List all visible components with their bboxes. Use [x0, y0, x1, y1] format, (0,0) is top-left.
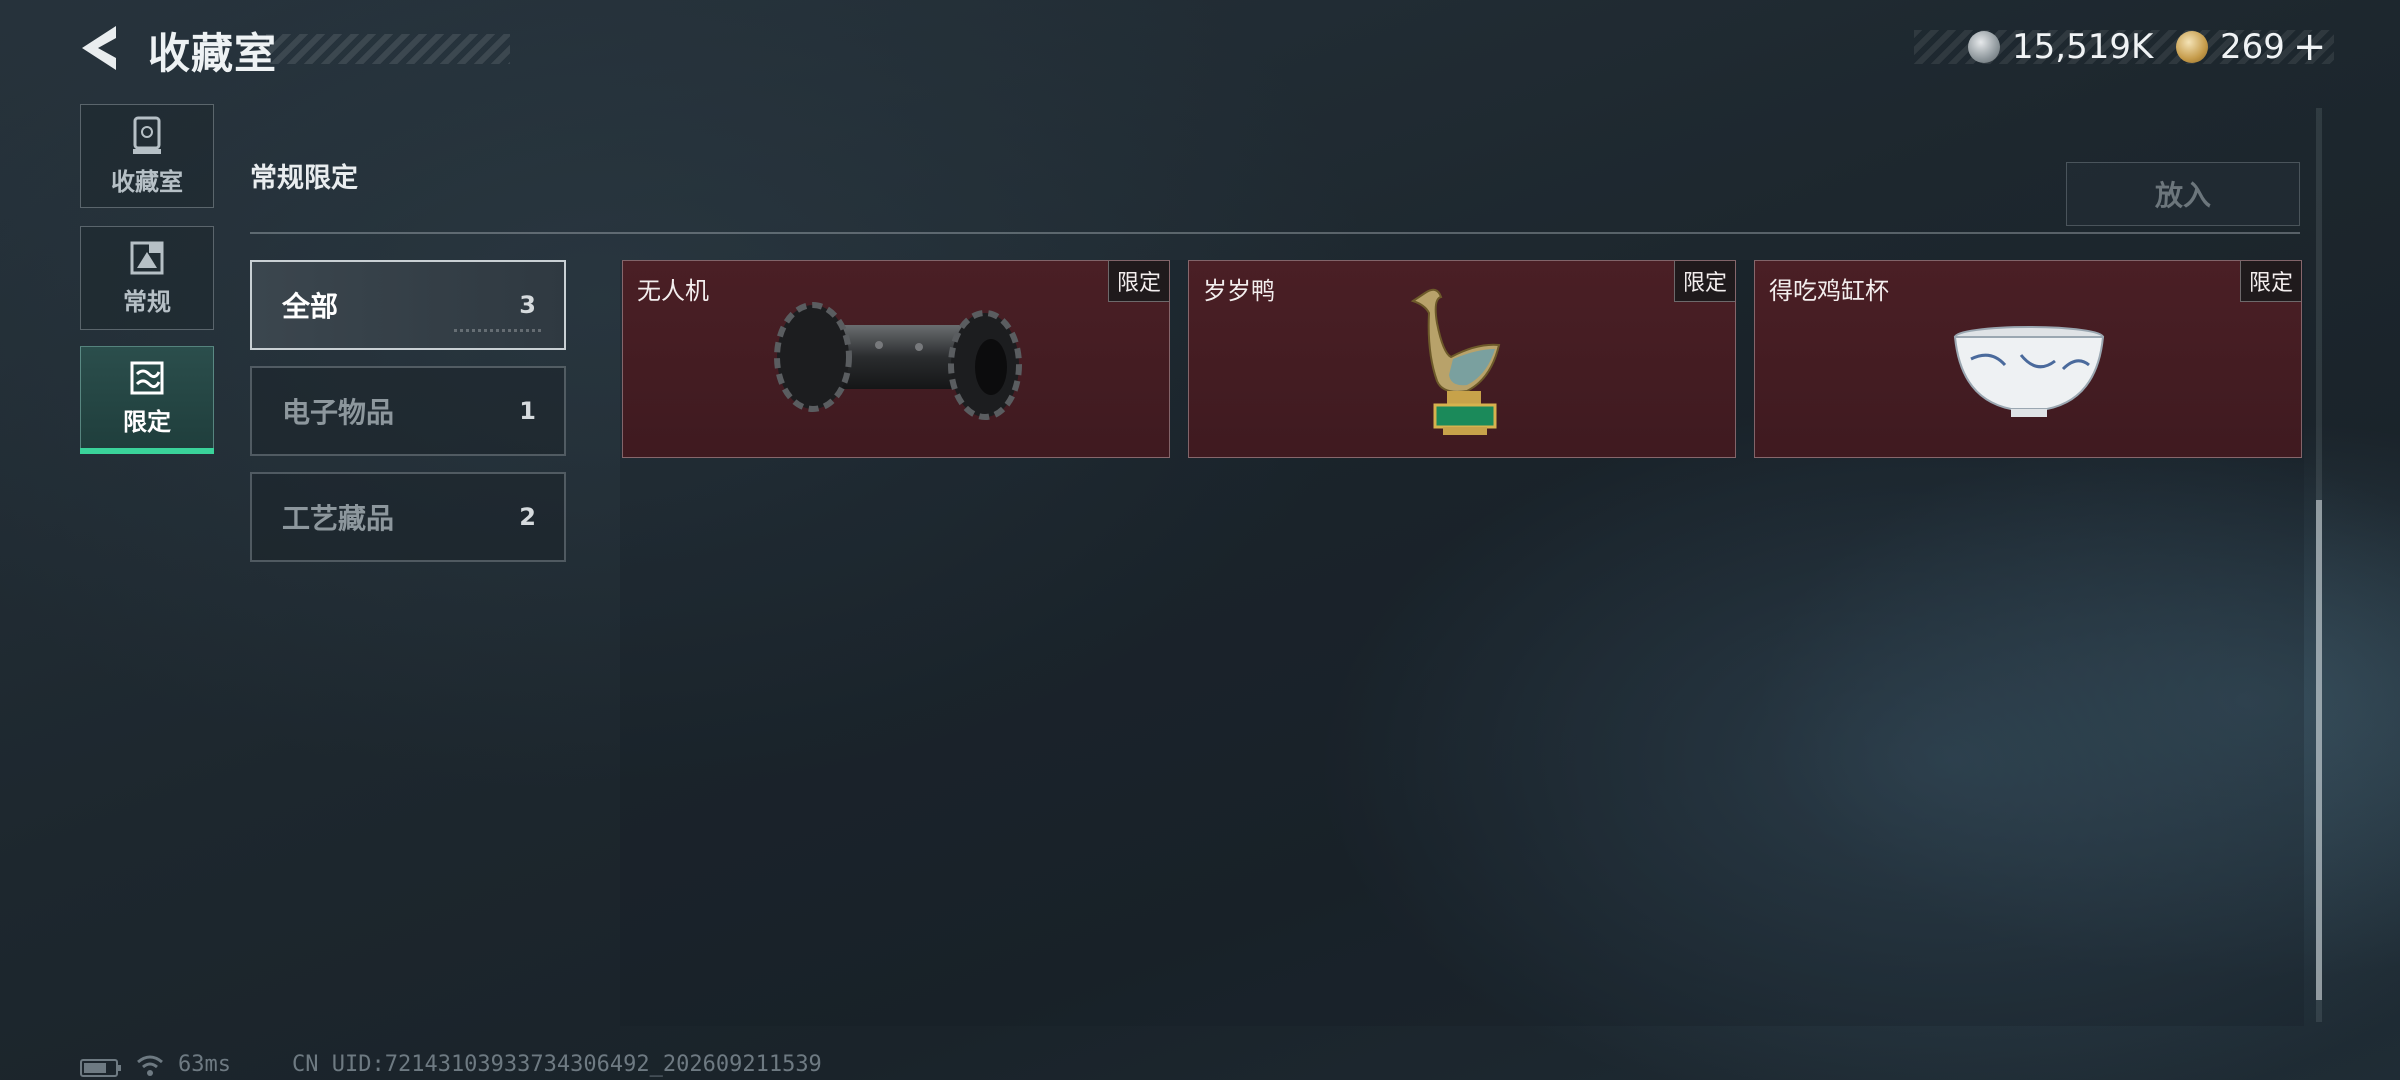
item-name: 得吃鸡缸杯 — [1769, 277, 1889, 305]
title-decoration — [266, 34, 510, 64]
filter-label: 全部 — [282, 290, 339, 323]
user-uid: CN UID:72143103933734306492_202609211539 — [292, 1052, 822, 1077]
item-card-duck[interactable]: 岁岁鸭 限定 — [1188, 260, 1736, 458]
sidebar-item-label: 常规 — [123, 287, 171, 316]
filter-electronics[interactable]: 电子物品 1 — [250, 366, 566, 456]
limited-badge: 限定 — [2239, 261, 2301, 302]
add-currency-button[interactable]: + — [2293, 27, 2327, 67]
item-name: 无人机 — [637, 277, 709, 305]
item-card-drone[interactable]: 无人机 限定 — [622, 260, 1170, 458]
page-title: 收藏室 — [148, 29, 278, 78]
section-title: 常规限定 — [250, 163, 358, 194]
filter-all[interactable]: 全部 3 — [250, 260, 566, 350]
duck-statue-icon — [1410, 288, 1501, 435]
silver-amount: 15,519K — [2012, 27, 2154, 67]
sidebar-item-label: 限定 — [123, 407, 171, 436]
section-divider — [250, 232, 2300, 234]
item-card-chicken-cup[interactable]: 得吃鸡缸杯 限定 — [1754, 260, 2302, 458]
gold-amount: 269 — [2220, 27, 2285, 67]
put-in-button[interactable]: 放入 — [2066, 162, 2300, 226]
gold-coin-icon — [2176, 31, 2208, 63]
porcelain-cup-icon — [1953, 326, 2105, 417]
sidebar-item-regular[interactable]: 常规 — [80, 226, 214, 330]
gold-currency: 269 + — [2176, 22, 2326, 72]
filter-count: 3 — [519, 291, 536, 319]
silver-coin-icon — [1968, 31, 2000, 63]
sidebar-item-label: 收藏室 — [111, 167, 183, 196]
limited-frame-icon — [130, 361, 164, 394]
sidebar-active-indicator — [80, 448, 214, 454]
scrollbar-thumb[interactable] — [2316, 500, 2322, 1000]
limited-badge: 限定 — [1107, 261, 1169, 302]
filter-count: 2 — [519, 503, 536, 531]
back-button[interactable] — [78, 22, 126, 74]
battery-icon — [80, 1059, 121, 1077]
filter-decoration — [454, 329, 544, 332]
filter-label: 工艺藏品 — [282, 502, 395, 535]
picture-frame-icon — [130, 241, 164, 274]
ping-readout: 63ms — [178, 1052, 231, 1077]
back-arrow-icon — [82, 26, 116, 70]
drone-icon — [774, 302, 1022, 420]
sidebar-item-collection-room[interactable]: 收藏室 — [80, 104, 214, 208]
item-name: 岁岁鸭 — [1203, 277, 1275, 305]
filter-count: 1 — [519, 397, 536, 425]
trophy-case-icon — [133, 116, 161, 154]
filter-crafts[interactable]: 工艺藏品 2 — [250, 472, 566, 562]
sidebar-item-limited[interactable]: 限定 — [80, 346, 214, 450]
limited-badge: 限定 — [1673, 261, 1735, 302]
filter-label: 电子物品 — [282, 396, 395, 429]
silver-currency: 15,519K — [1968, 22, 2153, 72]
wifi-icon — [137, 1055, 163, 1076]
